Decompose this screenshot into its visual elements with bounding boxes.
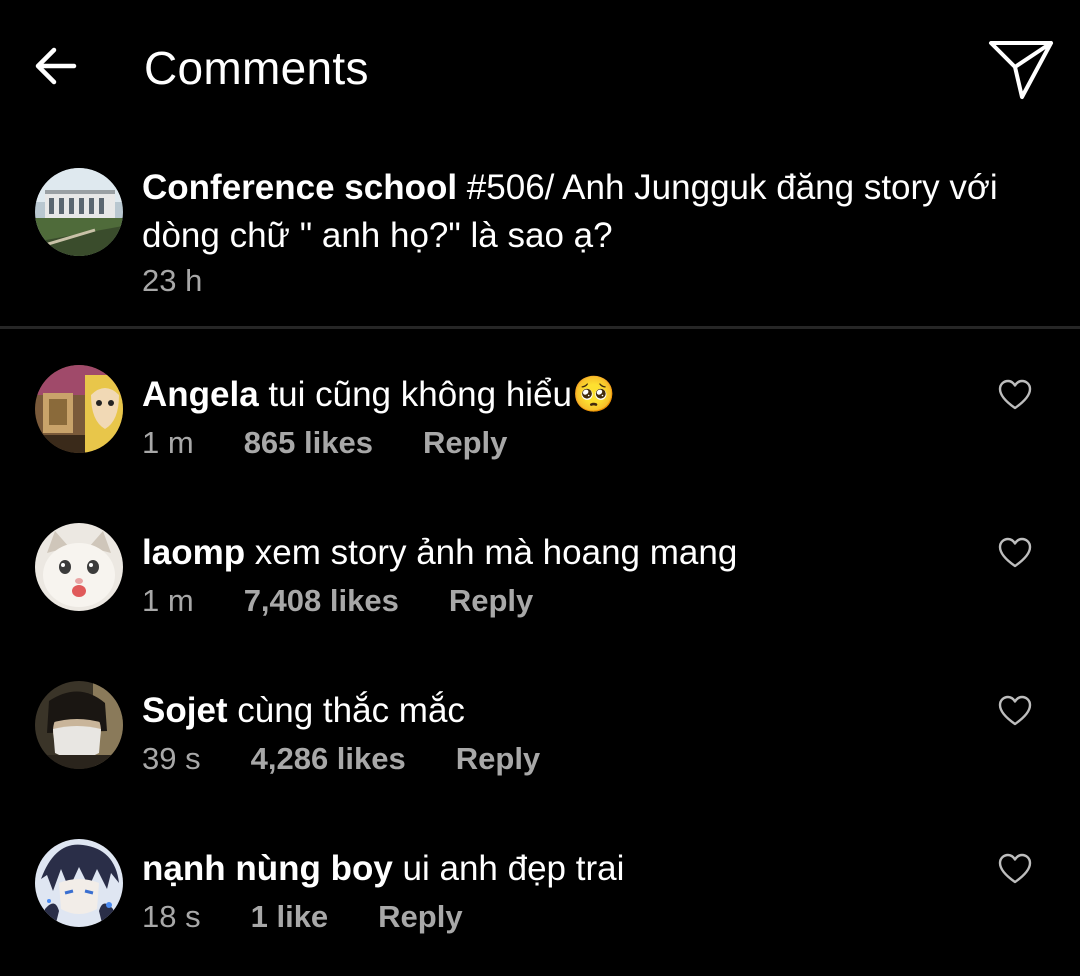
post-caption: Conference school #506/ Anh Jungguk đăng… [0, 160, 1080, 328]
comment-item: laomp xem story ảnh mà hoang mang 1 m 7,4… [0, 523, 1080, 643]
comment-body: ui anh đẹp trai [392, 849, 625, 888]
comment-text: nạnh nùng boy ui anh đẹp trai [142, 845, 624, 893]
avatar[interactable] [35, 681, 123, 769]
likes-count[interactable]: 4,286 likes [251, 739, 406, 779]
avatar[interactable] [35, 168, 123, 256]
caption-body-line2: dòng chữ " anh họ?" là sao ạ? [142, 216, 613, 255]
comment-meta: 1 m 865 likes Reply [142, 423, 507, 463]
comment-body: cùng thắc mắc [227, 691, 465, 730]
comment-item: Sojet cùng thắc mắc 39 s 4,286 likes Reply [0, 681, 1080, 801]
comment-meta: 39 s 4,286 likes Reply [142, 739, 540, 779]
likes-count[interactable]: 1 like [251, 897, 329, 937]
avatar[interactable] [35, 365, 123, 453]
comment-timestamp: 18 s [142, 899, 201, 934]
comment-username[interactable]: nạnh nùng boy [142, 849, 393, 888]
caption-username[interactable]: Conference school [142, 168, 457, 207]
paper-plane-icon [989, 41, 1053, 99]
comment-text: laomp xem story ảnh mà hoang mang [142, 529, 737, 577]
likes-count[interactable]: 865 likes [244, 423, 373, 463]
reply-button[interactable]: Reply [456, 739, 540, 779]
share-button[interactable] [988, 38, 1056, 102]
comment-meta: 18 s 1 like Reply [142, 897, 463, 937]
like-button[interactable] [998, 853, 1032, 885]
arrow-left-icon [35, 47, 77, 85]
comment-meta: 1 m 7,408 likes Reply [142, 581, 533, 621]
comment-text: Angela tui cũng không hiểu🥺 [142, 371, 616, 419]
comment-text: Sojet cùng thắc mắc [142, 687, 465, 735]
comment-timestamp: 39 s [142, 741, 201, 776]
comment-item: Angela tui cũng không hiểu🥺 1 m 865 likes… [0, 365, 1080, 485]
comment-item: nạnh nùng boy ui anh đẹp trai 18 s 1 like… [0, 839, 1080, 959]
page-title: Comments [144, 42, 369, 94]
comment-username[interactable]: laomp [142, 533, 245, 572]
heart-icon [998, 853, 1032, 884]
reply-button[interactable]: Reply [378, 897, 462, 937]
comment-body: tui cũng không hiểu🥺 [258, 375, 616, 414]
comment-username[interactable]: Sojet [142, 691, 228, 730]
like-button[interactable] [998, 695, 1032, 727]
comment-username[interactable]: Angela [142, 375, 259, 414]
avatar[interactable] [35, 839, 123, 927]
caption-text: Conference school #506/ Anh Jungguk đăng… [142, 164, 1080, 260]
caption-body: #506/ Anh Jungguk đăng story với [457, 168, 998, 207]
heart-icon [998, 379, 1032, 410]
heart-icon [998, 537, 1032, 568]
back-button[interactable] [30, 40, 82, 92]
caption-timestamp: 23 h [142, 263, 203, 298]
top-bar: Comments [0, 0, 1080, 140]
likes-count[interactable]: 7,408 likes [244, 581, 399, 621]
avatar[interactable] [35, 523, 123, 611]
like-button[interactable] [998, 379, 1032, 411]
heart-icon [998, 695, 1032, 726]
reply-button[interactable]: Reply [423, 423, 507, 463]
reply-button[interactable]: Reply [449, 581, 533, 621]
comment-body: xem story ảnh mà hoang mang [245, 533, 738, 572]
comment-timestamp: 1 m [142, 425, 194, 460]
comment-timestamp: 1 m [142, 583, 194, 618]
like-button[interactable] [998, 537, 1032, 569]
divider [0, 326, 1080, 329]
